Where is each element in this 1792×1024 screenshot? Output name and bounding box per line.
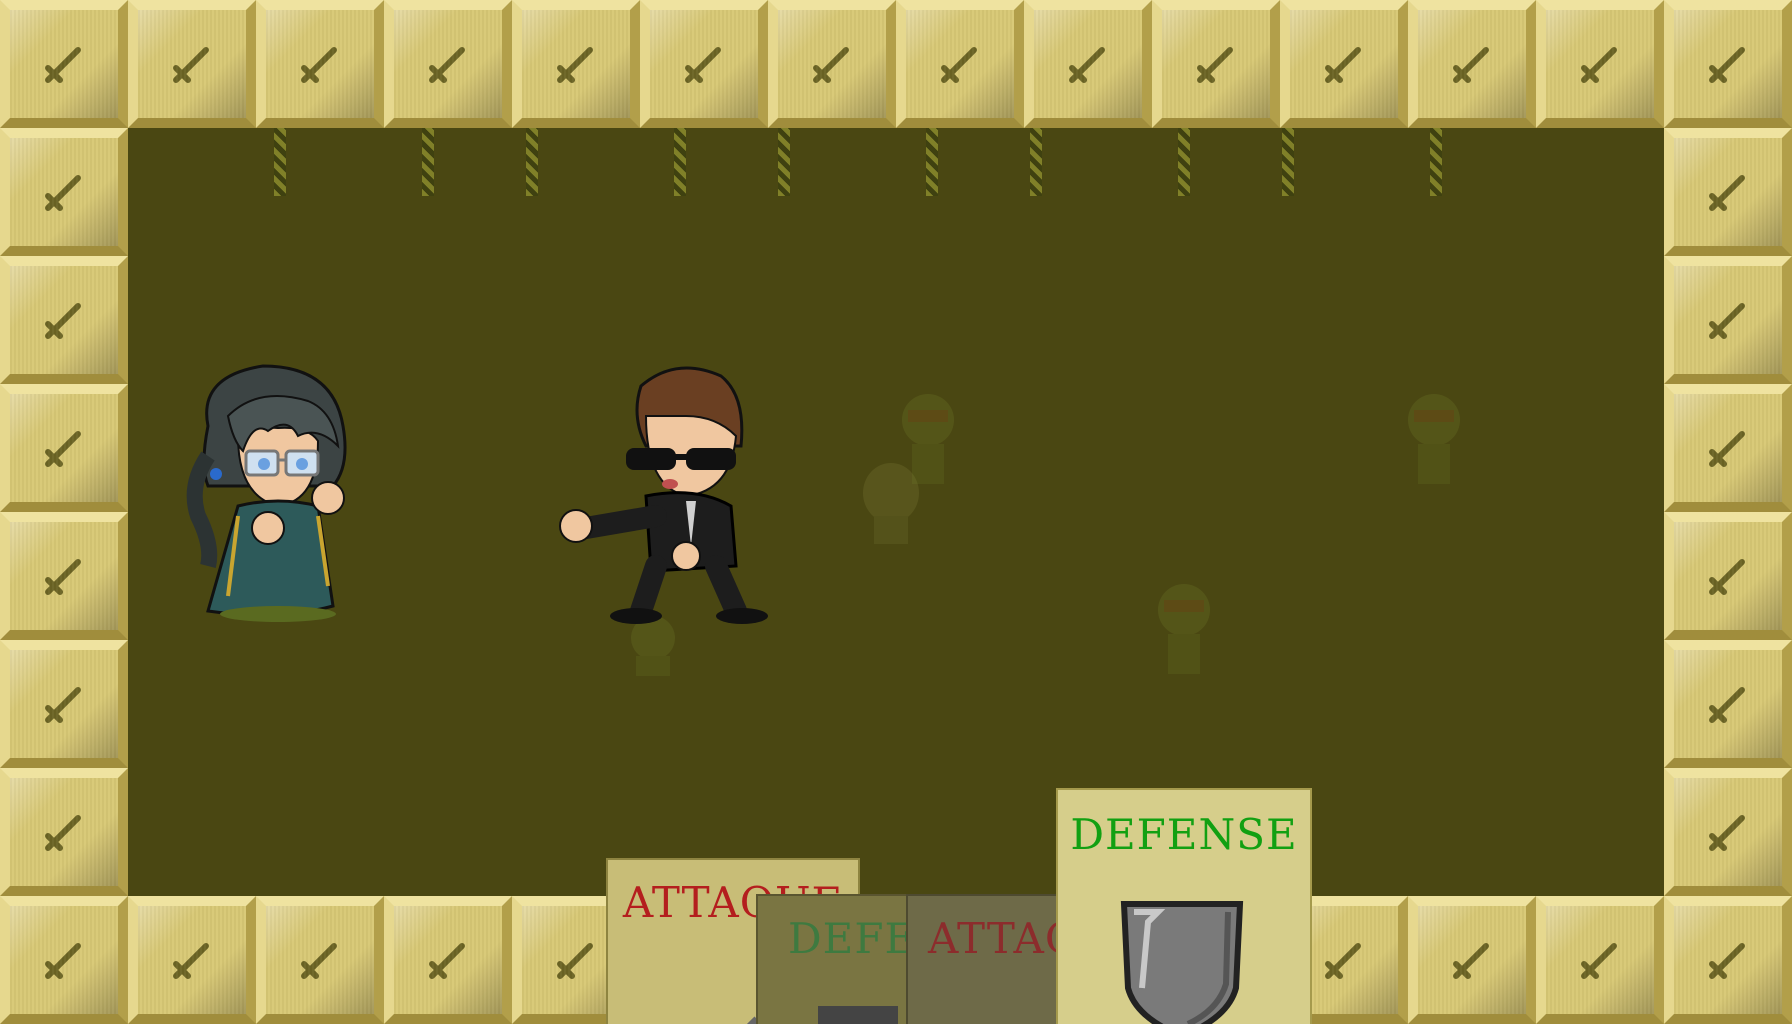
hanging-rope: [926, 128, 938, 196]
sword-glyph-icon: [45, 687, 81, 723]
border-tile: [1536, 896, 1664, 1024]
sword-glyph-icon: [173, 47, 209, 83]
border-tile: [384, 896, 512, 1024]
player-character-sprite[interactable]: [168, 356, 368, 626]
sword-glyph-icon: [1453, 943, 1489, 979]
sword-glyph-icon: [941, 47, 977, 83]
sword-glyph-icon: [685, 47, 721, 83]
border-tile: [1280, 0, 1408, 128]
sword-glyph-icon: [1709, 431, 1745, 467]
sword-glyph-icon: [45, 815, 81, 851]
hanging-rope: [274, 128, 286, 196]
border-tile: [0, 128, 128, 256]
hanging-rope: [1030, 128, 1042, 196]
sword-glyph-icon: [1709, 815, 1745, 851]
border-tile: [256, 896, 384, 1024]
sword-glyph-icon: [557, 943, 593, 979]
sword-glyph-icon: [1709, 47, 1745, 83]
ghost-figure: [863, 463, 919, 544]
border-tile: [1664, 128, 1792, 256]
sword-glyph-icon: [429, 47, 465, 83]
hanging-rope: [1282, 128, 1294, 196]
game-screen: ATTAQUE DEFENSE ATTAQUE DEFENSE: [0, 0, 1792, 1024]
border-tile: [0, 640, 128, 768]
sword-glyph-icon: [557, 47, 593, 83]
sword-glyph-icon: [1709, 559, 1745, 595]
shield-icon: [818, 1006, 898, 1024]
hanging-rope: [1178, 128, 1190, 196]
sword-glyph-icon: [1325, 47, 1361, 83]
border-tile: [384, 0, 512, 128]
defense-card-label: DEFENSE: [1070, 810, 1298, 859]
border-tile: [1664, 384, 1792, 512]
shield-icon: [1120, 901, 1244, 1024]
ghost-figure: [1408, 394, 1460, 484]
sword-glyph-icon: [301, 943, 337, 979]
sword-glyph-icon: [1709, 175, 1745, 211]
hanging-rope: [1430, 128, 1442, 196]
sword-glyph-icon: [1069, 47, 1105, 83]
sword-glyph-icon: [1709, 303, 1745, 339]
border-tile: [0, 896, 128, 1024]
border-tile: [0, 768, 128, 896]
sword-glyph-icon: [1581, 943, 1617, 979]
border-tile: [1024, 0, 1152, 128]
border-tile: [256, 0, 384, 128]
sword-glyph-icon: [45, 559, 81, 595]
border-tile: [1536, 0, 1664, 128]
border-tile: [1664, 640, 1792, 768]
sword-glyph-icon: [1453, 47, 1489, 83]
sword-glyph-icon: [45, 175, 81, 211]
border-tile: [0, 512, 128, 640]
hanging-rope: [422, 128, 434, 196]
border-tile: [768, 0, 896, 128]
hanging-rope: [674, 128, 686, 196]
border-tile: [1664, 896, 1792, 1024]
border-tile: [128, 0, 256, 128]
opponent-character-sprite[interactable]: [546, 356, 776, 626]
border-tile: [1664, 512, 1792, 640]
border-tile: [1152, 0, 1280, 128]
sword-glyph-icon: [1709, 943, 1745, 979]
sword-glyph-icon: [813, 47, 849, 83]
sword-glyph-icon: [173, 943, 209, 979]
attack-card-label: ATTAQUE: [928, 914, 1076, 963]
border-tile: [0, 0, 128, 128]
attack-card[interactable]: ATTAQUE: [906, 894, 1076, 1024]
battle-arena: [128, 128, 1664, 896]
border-tile: [0, 384, 128, 512]
border-tile: [1408, 896, 1536, 1024]
sword-glyph-icon: [45, 47, 81, 83]
sword-glyph-icon: [301, 47, 337, 83]
border-tile: [1664, 768, 1792, 896]
hanging-rope: [778, 128, 790, 196]
sword-glyph-icon: [1325, 943, 1361, 979]
sword-glyph-icon: [1581, 47, 1617, 83]
border-tile: [1664, 0, 1792, 128]
border-tile: [1664, 256, 1792, 384]
border-tile: [896, 0, 1024, 128]
border-tile: [640, 0, 768, 128]
border-tile: [128, 896, 256, 1024]
sword-glyph-icon: [45, 943, 81, 979]
hanging-rope: [526, 128, 538, 196]
sword-glyph-icon: [429, 943, 465, 979]
defense-card-selected[interactable]: DEFENSE: [1056, 788, 1312, 1024]
sword-glyph-icon: [45, 303, 81, 339]
sword-glyph-icon: [45, 431, 81, 467]
border-tile: [0, 256, 128, 384]
sword-glyph-icon: [1709, 687, 1745, 723]
border-tile: [512, 0, 640, 128]
ghost-figure: [1158, 584, 1210, 674]
sword-glyph-icon: [1197, 47, 1233, 83]
border-tile: [1408, 0, 1536, 128]
